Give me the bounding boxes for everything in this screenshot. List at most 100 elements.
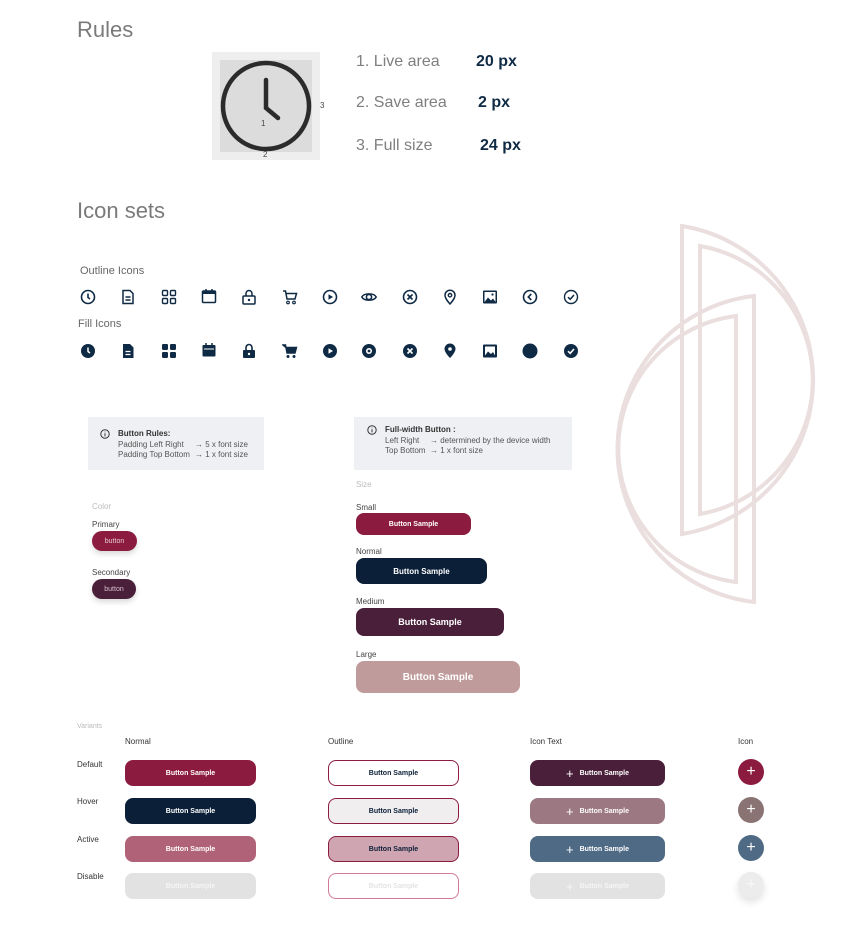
icon-text-active-button[interactable]: + Button Sample bbox=[530, 836, 665, 862]
chevron-left-icon bbox=[522, 289, 538, 305]
size-small-button[interactable]: Button Sample bbox=[356, 513, 471, 535]
column-icon: Icon bbox=[738, 737, 754, 746]
plus-icon: + bbox=[566, 765, 574, 781]
calendar-icon bbox=[201, 289, 217, 304]
primary-color-button[interactable]: button bbox=[92, 531, 137, 551]
button-rules-line1-value: → 5 x font size bbox=[195, 440, 248, 449]
icon-text-disable-button[interactable]: + Button Sample bbox=[530, 873, 665, 899]
button-rules-line1-label: Padding Left Right bbox=[118, 440, 184, 449]
icon-text-hover-label: Button Sample bbox=[579, 807, 629, 815]
button-rules-title: Button Rules: bbox=[118, 429, 171, 438]
document-icon bbox=[123, 344, 134, 358]
full-width-title: Full-width Button : bbox=[385, 425, 456, 434]
rule-value-live: 20 px bbox=[476, 53, 517, 70]
image-icon bbox=[483, 290, 497, 304]
logo-watermark bbox=[615, 224, 816, 605]
row-active: Active bbox=[77, 835, 99, 844]
normal-disable-button[interactable]: Button Sample bbox=[125, 873, 256, 899]
eye-icon bbox=[362, 344, 376, 358]
rule-value-save: 2 px bbox=[478, 94, 511, 111]
full-width-line2-value: → 1 x font size bbox=[430, 446, 483, 455]
rule-label-live: 1. Live area bbox=[356, 53, 440, 70]
lock-icon bbox=[242, 289, 256, 305]
clock-icon bbox=[81, 344, 95, 358]
icon-disable-button[interactable]: + bbox=[738, 872, 764, 898]
fill-icons-label: Fill Icons bbox=[78, 318, 122, 330]
check-circle-icon bbox=[564, 344, 578, 358]
plus-icon: + bbox=[566, 803, 574, 819]
size-medium-label: Medium bbox=[356, 597, 385, 606]
close-circle-icon bbox=[403, 344, 417, 358]
info-icon bbox=[100, 429, 110, 439]
rules-title: Rules bbox=[77, 17, 134, 42]
full-width-box: Full-width Button : Left Right → determi… bbox=[354, 417, 572, 470]
normal-default-button[interactable]: Button Sample bbox=[125, 760, 256, 786]
document-icon bbox=[122, 289, 134, 305]
row-disable: Disable bbox=[77, 872, 104, 881]
outline-default-button[interactable]: Button Sample bbox=[328, 760, 459, 786]
variants-title: Variants bbox=[77, 723, 103, 730]
clock-icon bbox=[80, 289, 96, 305]
color-section-title: Color bbox=[92, 502, 112, 511]
rule-value-full: 24 px bbox=[480, 137, 521, 154]
column-icon-text: Icon Text bbox=[530, 737, 562, 746]
image-icon bbox=[483, 344, 497, 358]
full-width-line1-label: Left Right bbox=[385, 436, 420, 445]
normal-hover-button[interactable]: Button Sample bbox=[125, 798, 256, 824]
size-medium-button[interactable]: Button Sample bbox=[356, 608, 504, 636]
icon-text-disable-label: Button Sample bbox=[579, 882, 629, 890]
column-normal: Normal bbox=[125, 737, 151, 746]
close-circle-icon bbox=[402, 289, 418, 305]
icon-text-default-label: Button Sample bbox=[579, 769, 629, 777]
column-outline: Outline bbox=[328, 737, 354, 746]
icon-active-button[interactable]: + bbox=[738, 835, 764, 861]
rule-label-full: 3. Full size bbox=[356, 137, 433, 154]
icon-hover-button[interactable]: + bbox=[738, 797, 764, 823]
size-small-label: Small bbox=[356, 503, 377, 512]
eye-icon bbox=[361, 293, 377, 301]
icon-text-active-label: Button Sample bbox=[579, 845, 629, 853]
size-large-label: Large bbox=[356, 650, 377, 659]
size-section-title: Size bbox=[356, 480, 372, 489]
clock-icon bbox=[220, 60, 312, 152]
grid-icon bbox=[162, 344, 176, 358]
primary-label: Primary bbox=[92, 520, 120, 529]
icon-sets-title: Icon sets bbox=[77, 198, 166, 223]
diagram-mark-live: 1 bbox=[261, 119, 266, 128]
outline-icons-label: Outline Icons bbox=[80, 265, 145, 277]
button-rules-line2-value: → 1 x font size bbox=[195, 450, 248, 459]
chevron-left-icon bbox=[522, 343, 538, 359]
cart-icon bbox=[282, 344, 298, 358]
play-icon bbox=[323, 344, 337, 358]
diagram-mark-full: 3 bbox=[320, 101, 325, 110]
button-rules-box: Button Rules: Padding Left Right → 5 x f… bbox=[88, 417, 264, 470]
diagram-mark-safe: 2 bbox=[263, 150, 268, 159]
secondary-color-button[interactable]: button bbox=[92, 579, 136, 599]
secondary-label: Secondary bbox=[92, 568, 131, 577]
calendar-icon bbox=[202, 343, 216, 357]
check-circle-icon bbox=[563, 289, 579, 305]
row-hover: Hover bbox=[77, 797, 99, 806]
outline-hover-button[interactable]: Button Sample bbox=[328, 798, 459, 824]
grid-icon bbox=[161, 289, 177, 305]
row-default: Default bbox=[77, 760, 103, 769]
normal-active-button[interactable]: Button Sample bbox=[125, 836, 256, 862]
rule-label-save: 2. Save area bbox=[356, 94, 447, 111]
size-normal-button[interactable]: Button Sample bbox=[356, 558, 487, 584]
outline-active-button[interactable]: Button Sample bbox=[328, 836, 459, 862]
icon-text-default-button[interactable]: + Button Sample bbox=[530, 760, 665, 786]
icon-default-button[interactable]: + bbox=[738, 759, 764, 785]
size-large-button[interactable]: Button Sample bbox=[356, 661, 520, 693]
cart-icon bbox=[283, 290, 298, 305]
info-icon bbox=[367, 425, 377, 435]
location-icon bbox=[444, 343, 456, 358]
location-icon bbox=[444, 289, 456, 305]
plus-icon: + bbox=[566, 878, 574, 894]
icon-text-hover-button[interactable]: + Button Sample bbox=[530, 798, 665, 824]
outline-disable-button[interactable]: Button Sample bbox=[328, 873, 459, 899]
full-width-line1-value: → determined by the device width bbox=[430, 436, 551, 445]
plus-icon: + bbox=[566, 841, 574, 857]
play-icon bbox=[322, 289, 338, 305]
icon-grid-diagram: 1 2 3 bbox=[212, 52, 324, 160]
lock-icon bbox=[243, 343, 255, 358]
